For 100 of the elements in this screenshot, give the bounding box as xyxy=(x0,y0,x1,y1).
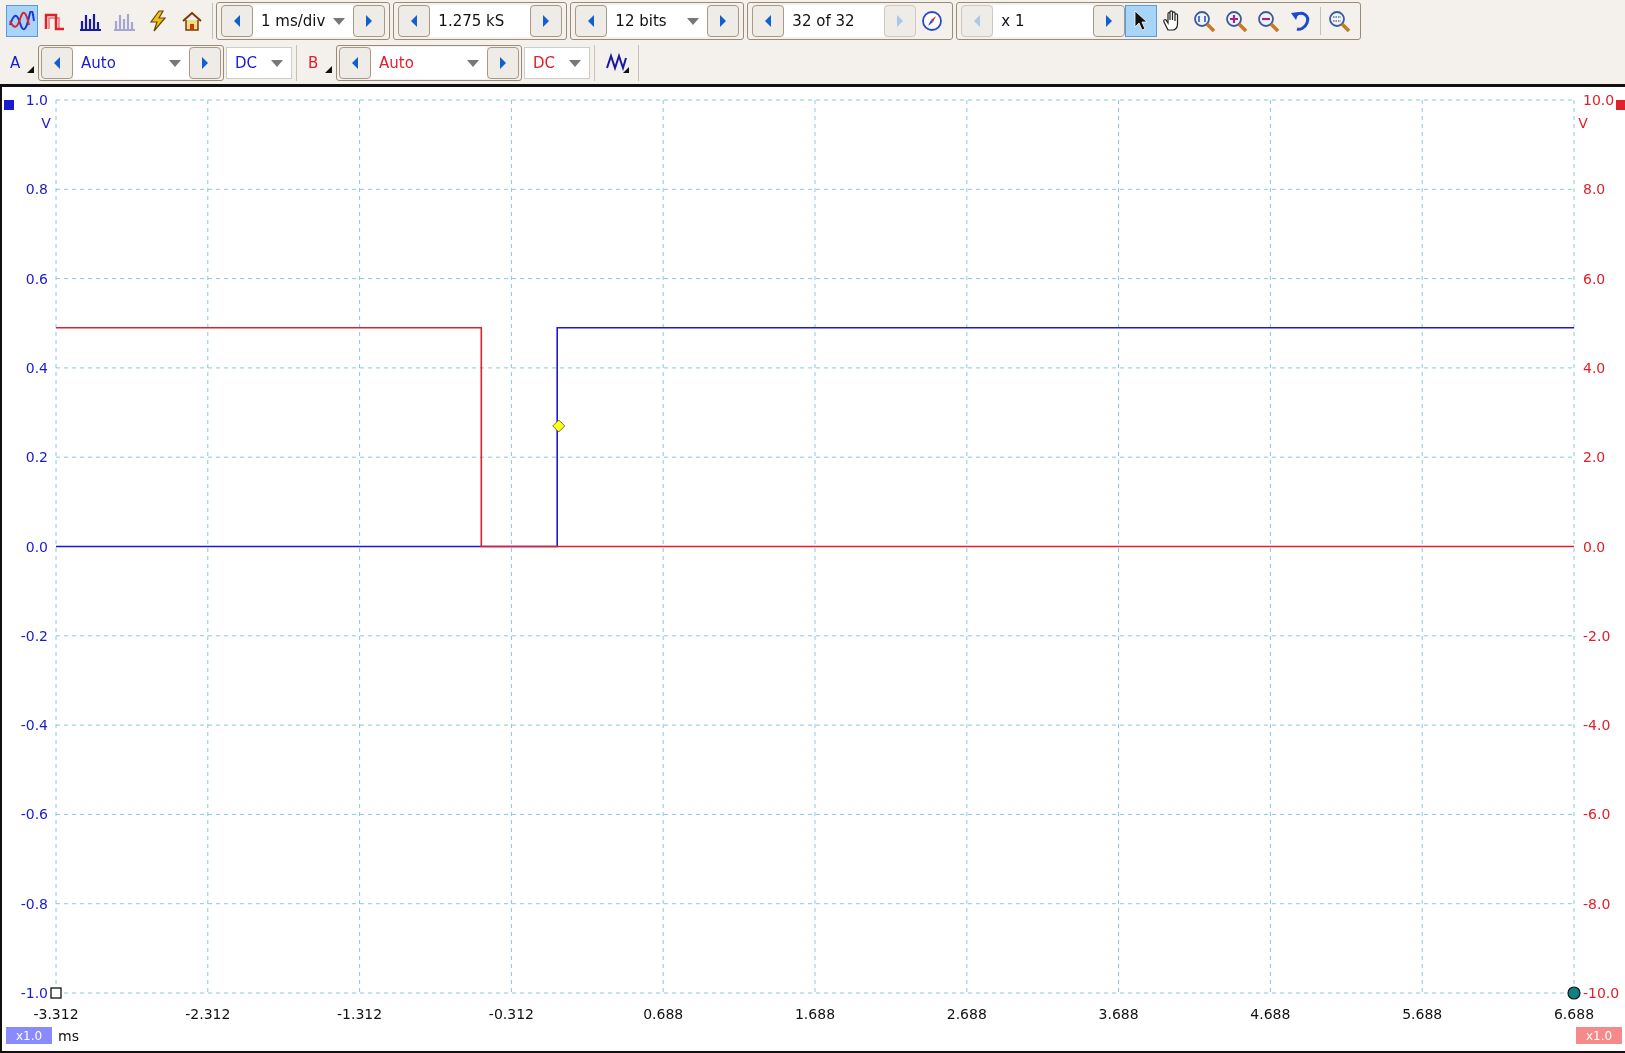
x-tick-label: 0.688 xyxy=(643,1006,684,1022)
left-arrow-icon xyxy=(351,57,359,69)
x-tick-label: -2.312 xyxy=(185,1006,231,1022)
right-arrow-icon xyxy=(542,15,551,27)
y-tick-label: 10.0 xyxy=(1583,92,1615,108)
value-field[interactable]: 32 of 32 xyxy=(784,5,885,37)
left-arrow-icon xyxy=(973,15,982,27)
x-unit-label: ms xyxy=(58,1028,79,1044)
caret-icon xyxy=(569,59,581,67)
pointer-tool-button[interactable] xyxy=(1125,5,1158,37)
x-tick-label: 5.688 xyxy=(1402,1006,1443,1022)
left-arrow-icon xyxy=(410,15,419,27)
corner-triangle-icon xyxy=(27,66,34,73)
next-button[interactable] xyxy=(189,47,221,79)
dropdown[interactable]: 1 ms/div xyxy=(253,5,354,37)
x-tick-label: 3.688 xyxy=(1098,1006,1139,1022)
right-arrow-icon xyxy=(719,15,728,27)
x-tick-label: 4.688 xyxy=(1250,1006,1291,1022)
waves-icon xyxy=(9,11,35,31)
next-button[interactable] xyxy=(707,5,740,37)
bar-chart-icon xyxy=(112,11,136,31)
y-tick-label: 4.0 xyxy=(1583,359,1606,376)
zoom-out-icon xyxy=(1257,10,1282,32)
ruler-handle[interactable] xyxy=(1567,986,1581,1000)
pointer-icon xyxy=(1133,10,1150,32)
caret-icon xyxy=(271,59,283,67)
right-arrow-icon xyxy=(1105,15,1114,27)
ruler-handle[interactable] xyxy=(50,987,62,999)
y-tick-label: -0.8 xyxy=(20,895,48,912)
corner-triangle-icon xyxy=(325,66,332,73)
previous-button[interactable] xyxy=(575,5,608,37)
coupling-dropdown[interactable]: DC xyxy=(524,47,590,79)
y-tick-label: -1.0 xyxy=(20,985,48,1001)
range-dropdown[interactable]: Auto xyxy=(371,47,487,79)
y-tick-label: -10.0 xyxy=(1583,985,1620,1001)
value-field[interactable]: 1.275 kS xyxy=(430,5,531,37)
right-arrow-icon xyxy=(201,57,209,69)
scale-badge: x1.0 xyxy=(6,1027,52,1044)
next-button[interactable] xyxy=(353,5,386,37)
zigzag-icon xyxy=(606,52,630,74)
y-tick-label: 0.8 xyxy=(25,181,48,198)
y-tick-label: -2.0 xyxy=(1583,627,1611,644)
y-tick-label: 8.0 xyxy=(1583,181,1606,198)
y-tick-label: -0.6 xyxy=(20,806,48,823)
caret-icon xyxy=(169,59,181,67)
channel-button[interactable]: A xyxy=(6,47,36,79)
x-tick-label: 1.688 xyxy=(794,1006,836,1022)
caret-icon xyxy=(333,17,346,25)
coupling-dropdown[interactable]: DC xyxy=(226,47,292,79)
previous-button[interactable] xyxy=(398,5,431,37)
y-tick-label: 6.0 xyxy=(1583,270,1606,287)
zoom-fit-icon xyxy=(1193,10,1218,32)
home-icon xyxy=(181,10,203,32)
next-button[interactable] xyxy=(487,47,519,79)
y-tick-label: -0.4 xyxy=(20,717,48,734)
y-tick-label: 0.6 xyxy=(25,270,48,287)
axis-unit-label: V xyxy=(41,115,51,131)
range-dropdown[interactable]: Auto xyxy=(73,47,189,79)
axis-unit-label: V xyxy=(1578,115,1588,131)
x-tick-label: -0.312 xyxy=(488,1006,534,1022)
compass-icon xyxy=(921,10,944,32)
x-tick-label: -3.312 xyxy=(33,1006,79,1022)
next-button[interactable] xyxy=(530,5,563,37)
axis-marker[interactable] xyxy=(1616,100,1625,110)
y-tick-label: 0.2 xyxy=(25,449,48,466)
x-tick-label: 2.688 xyxy=(946,1006,987,1022)
y-tick-label: -8.0 xyxy=(1583,895,1611,912)
y-tick-label: -4.0 xyxy=(1583,717,1611,734)
right-arrow-icon xyxy=(896,15,905,27)
left-arrow-icon xyxy=(53,57,61,69)
axis-marker[interactable] xyxy=(4,100,14,110)
right-arrow-icon xyxy=(499,57,507,69)
y-tick-label: 0.0 xyxy=(25,538,48,555)
next-button[interactable] xyxy=(1093,5,1126,37)
zoom-in-icon xyxy=(1225,10,1250,32)
right-arrow-icon xyxy=(365,15,374,27)
y-tick-label: -0.2 xyxy=(20,627,48,644)
caret-icon xyxy=(467,59,479,67)
y-tick-label: -6.0 xyxy=(1583,806,1611,823)
lightning-icon xyxy=(147,10,169,32)
bar-chart-icon xyxy=(78,11,102,31)
scope-mode-button[interactable] xyxy=(6,5,38,37)
y-tick-label: 0.0 xyxy=(1583,538,1606,555)
magnifier-icon xyxy=(1328,10,1353,32)
trigger-marker[interactable] xyxy=(552,419,566,433)
previous-button[interactable] xyxy=(339,47,371,79)
x-tick-label: 6.688 xyxy=(1553,1006,1595,1022)
left-arrow-icon xyxy=(233,15,241,27)
previous-button[interactable] xyxy=(221,5,253,37)
value-field[interactable]: x 1 xyxy=(993,5,1094,37)
previous-button[interactable] xyxy=(752,5,785,37)
y-tick-label: 1.0 xyxy=(25,92,48,108)
dropdown[interactable]: 12 bits xyxy=(607,5,708,37)
left-arrow-icon xyxy=(764,15,773,27)
y-tick-label: 0.4 xyxy=(25,359,48,376)
previous-button[interactable] xyxy=(41,47,73,79)
caret-icon xyxy=(687,17,700,25)
left-arrow-icon xyxy=(587,15,596,27)
channel-button[interactable]: B xyxy=(304,47,334,79)
x-tick-label: -1.312 xyxy=(337,1006,383,1022)
